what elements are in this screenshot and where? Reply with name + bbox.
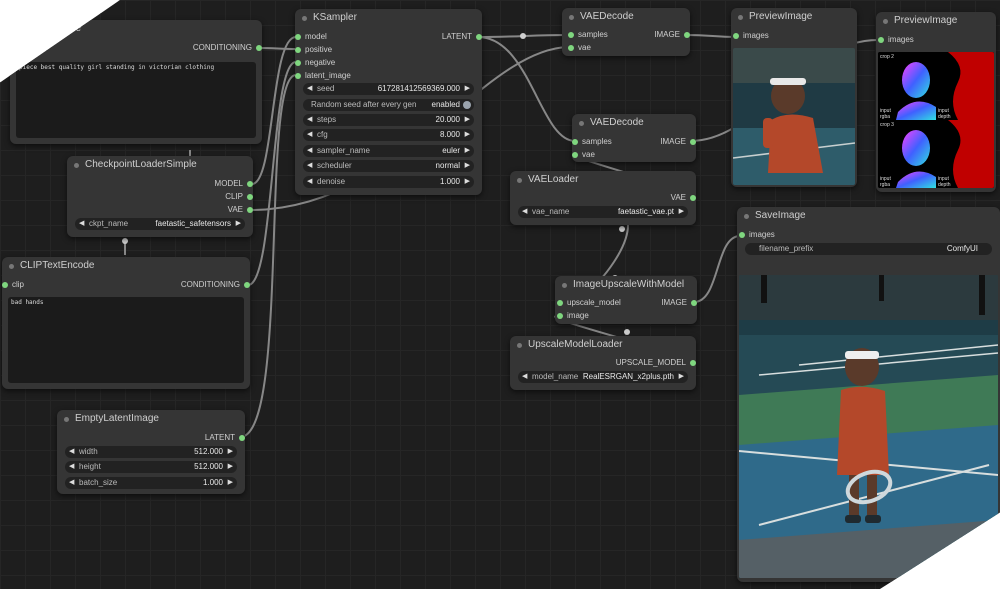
node-title: EmptyLatentImage (57, 410, 245, 428)
clip-text-encode-negative-node[interactable]: CLIPTextEncode clip CONDITIONING bad han… (2, 257, 250, 389)
prompt-textarea[interactable]: piece best quality girl standing in vict… (16, 62, 256, 138)
preview-output-image (733, 48, 855, 185)
output-upscale-model[interactable]: UPSCALE_MODEL (616, 358, 696, 368)
depth-preview-grid: crop 2 crop 3 input rgba input depth inp… (878, 52, 994, 188)
ksampler-node[interactable]: KSampler model positive negative latent_… (295, 9, 482, 195)
image-upscale-with-model-node[interactable]: ImageUpscaleWithModel upscale_model imag… (555, 276, 697, 324)
input-latent-image[interactable]: latent_image (295, 71, 351, 81)
node-title: VAEDecode (562, 8, 690, 26)
seed-widget[interactable]: ◀ seed 617281412569369.000 ▶ (303, 83, 474, 95)
input-images[interactable]: images (739, 230, 775, 240)
output-image[interactable]: IMAGE (660, 137, 696, 147)
node-title: SaveImage (737, 207, 1000, 225)
input-vae[interactable]: vae (568, 43, 591, 53)
height-widget[interactable]: ◀ height 512.000 ▶ (65, 461, 237, 473)
upscale-model-loader-node[interactable]: UpscaleModelLoader UPSCALE_MODEL ◀ model_… (510, 336, 696, 390)
input-model[interactable]: model (295, 32, 327, 42)
grid-label: depth (938, 182, 951, 188)
node-title: CheckpointLoaderSimple (67, 156, 253, 174)
node-title: KSampler (295, 9, 482, 27)
input-samples[interactable]: samples (568, 30, 608, 40)
node-title: ImageUpscaleWithModel (555, 276, 697, 294)
app-frame: de CONDITIONING piece best quality girl … (0, 0, 1000, 589)
output-vae[interactable]: VAE (671, 193, 696, 203)
save-image-node[interactable]: SaveImage images filename_prefix ComfyUI (737, 207, 1000, 582)
input-samples[interactable]: samples (572, 137, 612, 147)
sampler-name-widget[interactable]: ◀ sampler_name euler ▶ (303, 145, 474, 157)
random-seed-toggle[interactable]: Random seed after every gen enabled (303, 99, 474, 111)
ckpt-name-widget[interactable]: ◀ ckpt_name faetastic_safetensors ▶ (75, 218, 245, 230)
output-model[interactable]: MODEL (215, 179, 253, 189)
node-title: PreviewImage (731, 8, 857, 26)
wire-upscale-out (693, 235, 741, 303)
width-widget[interactable]: ◀ width 512.000 ▶ (65, 446, 237, 458)
output-latent[interactable]: LATENT (442, 32, 482, 42)
node-title: de (70, 23, 82, 34)
output-latent[interactable]: LATENT (205, 433, 245, 443)
batch-size-widget[interactable]: ◀ batch_size 1.000 ▶ (65, 477, 237, 489)
wire-conditioning-positive (257, 47, 297, 50)
saved-output-image (739, 275, 998, 578)
output-vae[interactable]: VAE (228, 205, 253, 215)
output-image[interactable]: IMAGE (654, 30, 690, 40)
scheduler-widget[interactable]: ◀ scheduler normal ▶ (303, 160, 474, 172)
vae-decode-node-1[interactable]: VAEDecode samples vae IMAGE (562, 8, 690, 56)
empty-latent-image-node[interactable]: EmptyLatentImage LATENT ◀ width 512.000 ▶ ◀… (57, 410, 245, 494)
cfg-widget[interactable]: ◀ cfg 8.000 ▶ (303, 129, 474, 141)
denoise-widget[interactable]: ◀ denoise 1.000 ▶ (303, 176, 474, 188)
grid-label: rgba (880, 114, 891, 120)
filename-prefix-widget[interactable]: filename_prefix ComfyUI (745, 243, 992, 255)
input-upscale-model[interactable]: upscale_model (557, 298, 621, 308)
input-vae[interactable]: vae (572, 150, 595, 160)
checkpoint-loader-node[interactable]: CheckpointLoaderSimple MODEL CLIP VAE ◀ c… (67, 156, 253, 237)
grid-label: crop 2 (880, 54, 894, 60)
wire-latent-out2 (477, 36, 576, 142)
output-conditioning[interactable]: CONDITIONING (193, 43, 262, 53)
vae-decode-node-2[interactable]: VAEDecode samples vae IMAGE (572, 114, 696, 162)
node-title: VAEDecode (572, 114, 696, 132)
input-positive[interactable]: positive (295, 45, 332, 55)
node-title: VAELoader (510, 171, 696, 189)
grid-label: rgba (880, 182, 891, 188)
wire-vae-to-upscale (599, 224, 629, 281)
grid-label: depth (938, 114, 951, 120)
clip-text-encode-positive-node[interactable]: de CONDITIONING piece best quality girl … (10, 20, 262, 144)
steps-widget[interactable]: ◀ steps 20.000 ▶ (303, 114, 474, 126)
vae-name-widget[interactable]: ◀ vae_name faetastic_vae.pt ▶ (518, 206, 688, 218)
vae-loader-node[interactable]: VAELoader VAE ◀ vae_name faetastic_vae.pt ▶ (510, 171, 696, 225)
input-images[interactable]: images (733, 31, 769, 41)
input-image[interactable]: image (557, 311, 589, 321)
input-clip[interactable]: clip (2, 280, 24, 290)
output-conditioning[interactable]: CONDITIONING (181, 280, 250, 290)
output-image[interactable]: IMAGE (661, 298, 697, 308)
node-title: CLIPTextEncode (2, 257, 250, 275)
model-name-widget[interactable]: ◀ model_name RealESRGAN_x2plus.pth ▶ (518, 371, 688, 383)
preview-image-node-2[interactable]: PreviewImage images crop 2 crop 3 input … (876, 12, 996, 192)
wire-latent-out (477, 34, 569, 38)
input-images[interactable]: images (878, 35, 914, 45)
input-negative[interactable]: negative (295, 58, 335, 68)
preview-image-node-1[interactable]: PreviewImage images (731, 8, 857, 187)
output-clip[interactable]: CLIP (225, 192, 253, 202)
grid-label: crop 3 (880, 122, 894, 128)
node-title: PreviewImage (876, 12, 996, 30)
wire-image-preview (685, 34, 737, 38)
node-graph-canvas[interactable]: de CONDITIONING piece best quality girl … (0, 0, 1000, 589)
negative-prompt-textarea[interactable]: bad hands (8, 297, 244, 383)
node-title: UpscaleModelLoader (510, 336, 696, 354)
